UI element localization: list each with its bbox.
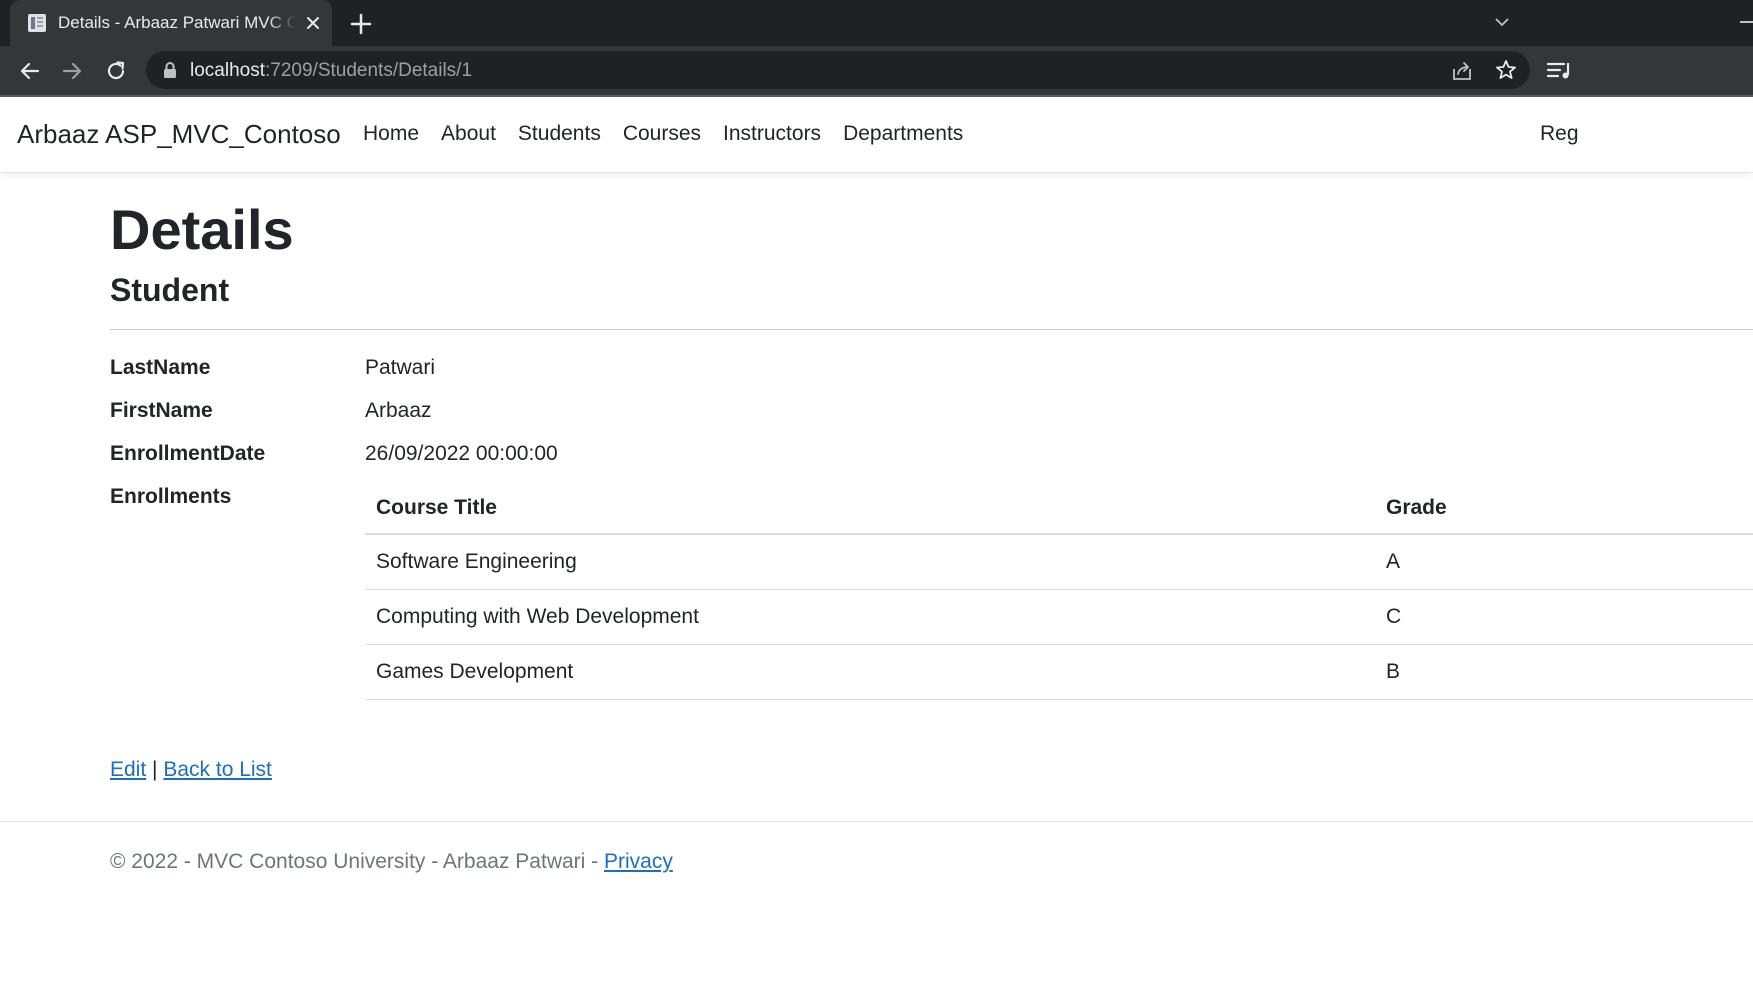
label-enrollmentdate: EnrollmentDate <box>110 442 266 465</box>
course-title-cell: Games Development <box>365 644 1375 700</box>
url-host: localhost <box>190 60 265 81</box>
site-footer: © 2022 - MVC Contoso University - Arbaaz… <box>110 850 673 874</box>
actions-separator: | <box>152 758 158 781</box>
course-title-cell: Computing with Web Development <box>365 589 1375 645</box>
nav-register[interactable]: Reg <box>1540 122 1579 146</box>
label-firstname: FirstName <box>110 399 213 422</box>
reload-icon[interactable] <box>103 58 129 84</box>
tab-search-chevron-icon[interactable] <box>1490 10 1514 34</box>
address-bar[interactable]: localhost:7209/Students/Details/1 <box>146 51 1530 89</box>
forward-arrow-icon[interactable] <box>59 58 85 84</box>
value-firstname: Arbaaz <box>365 399 432 422</box>
table-row: Software Engineering A <box>365 534 1753 590</box>
page-icon <box>28 14 46 32</box>
nav-links: Home About Students Courses Instructors … <box>363 122 985 146</box>
browser-tab-strip: Details - Arbaaz Patwari MVC Contoso <box>0 0 1753 46</box>
close-tab-icon[interactable] <box>302 12 324 34</box>
grade-cell: C <box>1375 589 1753 645</box>
page-actions: Edit | Back to List <box>110 758 272 782</box>
site-brand[interactable]: Arbaaz ASP_MVC_Contoso <box>17 119 341 150</box>
tab-title: Details - Arbaaz Patwari MVC Contoso <box>58 13 296 32</box>
enrollments-table: Course Title Grade Software Engineering … <box>365 482 1753 700</box>
table-row: Computing with Web Development C <box>365 589 1753 645</box>
nav-instructors[interactable]: Instructors <box>723 122 821 146</box>
grade-cell: A <box>1375 534 1753 590</box>
url-path: :7209/Students/Details/1 <box>265 60 473 81</box>
back-to-list-link[interactable]: Back to List <box>163 758 272 781</box>
new-tab-icon[interactable] <box>348 11 374 37</box>
nav-courses[interactable]: Courses <box>623 122 701 146</box>
site-navbar: Arbaaz ASP_MVC_Contoso Home About Studen… <box>0 97 1753 173</box>
back-arrow-icon[interactable] <box>17 58 43 84</box>
share-icon[interactable] <box>1450 59 1474 83</box>
course-title-cell: Software Engineering <box>365 534 1375 590</box>
nav-students[interactable]: Students <box>518 122 601 146</box>
edit-link[interactable]: Edit <box>110 758 146 781</box>
browser-toolbar: localhost:7209/Students/Details/1 <box>0 46 1753 95</box>
reading-list-icon[interactable] <box>1546 57 1574 83</box>
label-lastname: LastName <box>110 356 211 379</box>
bookmark-star-icon[interactable] <box>1494 58 1518 82</box>
label-enrollments: Enrollments <box>110 485 232 508</box>
page-subtitle: Student <box>110 272 230 308</box>
table-row: Games Development B <box>365 644 1753 700</box>
minimize-window-icon[interactable] <box>1738 10 1753 34</box>
browser-tab-active[interactable]: Details - Arbaaz Patwari MVC Contoso <box>10 0 332 46</box>
footer-divider <box>0 821 1753 822</box>
url-text[interactable]: localhost:7209/Students/Details/1 <box>190 60 472 82</box>
table-header-row: Course Title Grade <box>365 482 1753 535</box>
nav-departments[interactable]: Departments <box>843 122 963 146</box>
header-grade: Grade <box>1375 482 1753 535</box>
footer-text: © 2022 - MVC Contoso University - Arbaaz… <box>110 850 604 873</box>
privacy-link[interactable]: Privacy <box>604 850 673 873</box>
header-course-title: Course Title <box>365 482 1375 535</box>
section-divider <box>110 329 1753 330</box>
nav-home[interactable]: Home <box>363 122 419 146</box>
nav-about[interactable]: About <box>441 122 496 146</box>
lock-icon[interactable] <box>162 61 178 79</box>
page-title: Details <box>110 198 294 261</box>
value-enrollmentdate: 26/09/2022 00:00:00 <box>365 442 558 465</box>
grade-cell: B <box>1375 644 1753 700</box>
value-lastname: Patwari <box>365 356 436 379</box>
